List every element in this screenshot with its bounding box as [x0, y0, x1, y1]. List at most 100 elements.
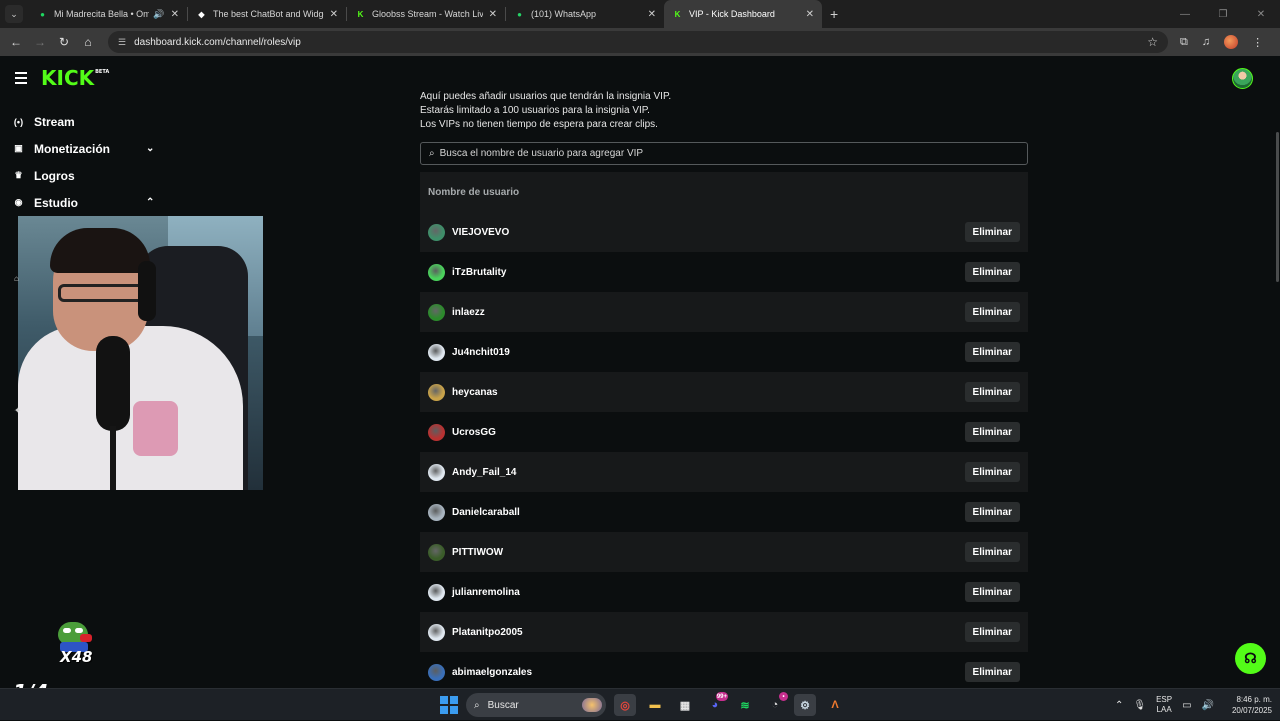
chevron-up-icon[interactable]: ⌃: [146, 197, 154, 208]
kick-logo[interactable]: KICKBETA: [41, 66, 109, 90]
menu-kebab-icon[interactable]: ⋮: [1252, 36, 1263, 49]
description-line: Aquí puedes añadir usuarios que tendrán …: [420, 91, 672, 102]
remove-vip-button[interactable]: Eliminar: [964, 422, 1020, 442]
browser-tab[interactable]: ● Mi Madrecita Bella • Omar 🔊 ✕: [29, 0, 187, 28]
discord-icon[interactable]: ◕ 99+: [704, 692, 728, 716]
obs-icon[interactable]: ◔ •: [764, 692, 788, 716]
username[interactable]: iTzBrutality: [452, 267, 965, 278]
username[interactable]: PITTIWOW: [452, 547, 965, 558]
folder-icon[interactable]: ▬: [644, 694, 666, 716]
pepe-eye: [63, 628, 71, 633]
back-button[interactable]: ←: [4, 35, 28, 49]
minimize-button[interactable]: —: [1166, 0, 1204, 28]
chevron-up-icon[interactable]: ⌃: [1115, 700, 1123, 711]
keyboard-layout: LAA: [1156, 705, 1172, 714]
media-control-icon[interactable]: ♫: [1202, 36, 1210, 48]
user-avatar[interactable]: [1232, 68, 1253, 89]
close-tab-icon[interactable]: ✕: [648, 9, 656, 20]
chrome-icon[interactable]: ◎: [614, 694, 636, 716]
sidebar-item-logros[interactable]: ♛ Logros: [0, 162, 170, 189]
sidebar-item-estudio[interactable]: ◉ Estudio ⌃: [0, 189, 170, 216]
remove-vip-button[interactable]: Eliminar: [964, 582, 1020, 602]
vip-search-input[interactable]: [439, 148, 1000, 159]
profile-avatar[interactable]: [1224, 35, 1239, 49]
url-field[interactable]: ☰ dashboard.kick.com/channel/roles/vip ☆: [108, 31, 1168, 53]
username[interactable]: VIEJOVEVO: [452, 227, 965, 238]
username[interactable]: Platanitpo2005: [452, 627, 965, 638]
table-row: PITTIWOW Eliminar: [420, 532, 1028, 572]
volume-icon[interactable]: 🔊: [1202, 700, 1214, 711]
webcam-mic-stand: [110, 426, 116, 490]
remove-vip-button[interactable]: Eliminar: [964, 302, 1020, 322]
microphone-icon[interactable]: 🎙: [1133, 700, 1146, 711]
close-tab-icon[interactable]: ✕: [171, 9, 179, 20]
network-icon[interactable]: ▭: [1182, 700, 1191, 711]
audio-playing-icon[interactable]: 🔊: [153, 9, 164, 20]
bookmark-star-icon[interactable]: ☆: [1147, 35, 1158, 49]
webcam-microphone: [96, 336, 130, 431]
close-tab-icon[interactable]: ✕: [489, 9, 497, 20]
taskbar-search-label: Buscar: [487, 699, 519, 711]
remove-vip-button[interactable]: Eliminar: [964, 542, 1020, 562]
app-icon[interactable]: Λ: [824, 694, 846, 716]
browser-tab[interactable]: K VIP - Kick Dashboard ✕: [664, 0, 822, 28]
page-scrollbar[interactable]: [1276, 132, 1279, 282]
remove-vip-button[interactable]: Eliminar: [964, 502, 1020, 522]
store-icon[interactable]: ▦: [674, 694, 696, 716]
username[interactable]: heycanas: [452, 387, 965, 398]
webcam-person-body: [18, 326, 243, 490]
browser-tab[interactable]: ◆ The best ChatBot and Widgets ✕: [188, 0, 346, 28]
username[interactable]: Andy_Fail_14: [452, 467, 965, 478]
new-tab-button[interactable]: +: [830, 6, 838, 22]
remove-vip-button[interactable]: Eliminar: [964, 462, 1020, 482]
remove-vip-button[interactable]: Eliminar: [964, 222, 1020, 242]
close-window-button[interactable]: ✕: [1242, 0, 1280, 28]
username[interactable]: julianremolina: [452, 587, 965, 598]
remove-vip-button[interactable]: Eliminar: [964, 662, 1020, 682]
vip-search-box[interactable]: ⌕: [420, 142, 1028, 165]
url-text: dashboard.kick.com/channel/roles/vip: [134, 36, 301, 48]
system-clock[interactable]: 8:46 p. m. 20/07/2025: [1224, 694, 1272, 716]
tab-search-button[interactable]: ⌄: [5, 5, 23, 23]
chevron-down-icon[interactable]: ⌄: [146, 143, 154, 154]
username[interactable]: Ju4nchit019: [452, 347, 965, 358]
forward-button[interactable]: →: [28, 35, 52, 49]
user-avatar: [428, 383, 445, 401]
collapsed-nav-icon[interactable]: ⌂: [14, 274, 19, 283]
steam-icon[interactable]: ⚙: [794, 694, 816, 716]
remove-vip-button[interactable]: Eliminar: [964, 342, 1020, 362]
support-chat-button[interactable]: ☊: [1235, 643, 1266, 674]
webcam-headset: [138, 261, 156, 321]
username[interactable]: inlaezz: [452, 307, 965, 318]
reload-button[interactable]: ↻: [52, 35, 76, 49]
kick-dashboard-page: KICKBETA (•) Stream ▣ Monetización ⌄ ♛ Logros ◉…: [0, 56, 1280, 688]
remove-vip-button[interactable]: Eliminar: [964, 382, 1020, 402]
remove-vip-button[interactable]: Eliminar: [964, 622, 1020, 642]
sidebar-item-stream[interactable]: (•) Stream: [0, 108, 170, 135]
user-avatar: [428, 623, 445, 641]
close-tab-icon[interactable]: ✕: [806, 9, 814, 20]
table-row: abimaelgonzales Eliminar: [420, 652, 1028, 688]
username[interactable]: abimaelgonzales: [452, 667, 965, 678]
table-row: Ju4nchit019 Eliminar: [420, 332, 1028, 372]
sidebar-item-monetización[interactable]: ▣ Monetización ⌄: [0, 135, 170, 162]
taskbar-search[interactable]: ⌕ Buscar: [466, 693, 606, 717]
browser-tab[interactable]: ● (101) WhatsApp ✕: [506, 0, 664, 28]
close-tab-icon[interactable]: ✕: [330, 9, 338, 20]
extensions-icon[interactable]: ⧉: [1180, 36, 1188, 49]
description-line: Los VIPs no tienen tiempo de espera para…: [420, 119, 658, 130]
site-info-icon[interactable]: ☰: [118, 37, 126, 48]
username[interactable]: UcrosGG: [452, 427, 965, 438]
language-indicator[interactable]: ESP LAA: [1156, 695, 1172, 715]
clock-time: 8:46 p. m.: [1236, 695, 1273, 704]
collapsed-nav-icon[interactable]: ✦: [14, 406, 21, 415]
hamburger-menu-icon[interactable]: [15, 72, 27, 87]
remove-vip-button[interactable]: Eliminar: [964, 262, 1020, 282]
restore-button[interactable]: ❐: [1204, 0, 1242, 28]
home-button[interactable]: ⌂: [76, 35, 100, 49]
username[interactable]: Danielcaraball: [452, 507, 965, 518]
browser-tab[interactable]: K Gloobss Stream - Watch Live on ✕: [347, 0, 505, 28]
windows-start-button[interactable]: [440, 696, 458, 714]
spotify-icon[interactable]: ≋: [734, 694, 756, 716]
notification-badge: 99+: [715, 692, 728, 701]
